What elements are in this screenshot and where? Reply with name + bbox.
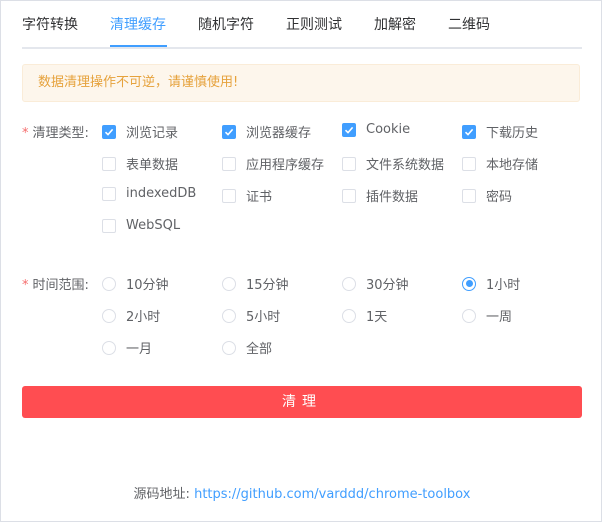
tab-char-convert[interactable]: 字符转换 xyxy=(22,14,78,34)
tab-clear-cache[interactable]: 清理缓存 xyxy=(110,14,166,34)
radio-unselected-icon[interactable] xyxy=(102,308,116,323)
radio-unselected-icon[interactable] xyxy=(102,340,116,355)
tab-encrypt[interactable]: 加解密 xyxy=(374,14,416,34)
radio-option[interactable]: 1小时 xyxy=(462,274,520,293)
checkbox-option[interactable]: 证书 xyxy=(222,186,272,205)
checkbox-option[interactable]: 文件系统数据 xyxy=(342,154,444,173)
checkbox-label: 证书 xyxy=(246,190,273,205)
checkbox-option[interactable]: 浏览器缓存 xyxy=(222,122,311,141)
radio-option[interactable]: 30分钟 xyxy=(342,274,409,293)
radio-label: 10分钟 xyxy=(126,278,169,293)
checkbox-option[interactable]: 本地存储 xyxy=(462,154,538,173)
radio-label: 一周 xyxy=(486,310,513,325)
radio-option[interactable]: 一周 xyxy=(462,306,512,325)
radio-label: 5小时 xyxy=(246,310,281,325)
checkbox-checked-icon[interactable] xyxy=(342,122,356,137)
checkbox-unchecked-icon[interactable] xyxy=(342,156,356,171)
checkbox-label: 密码 xyxy=(486,190,513,205)
checkbox-label: Cookie xyxy=(366,122,411,137)
checkbox-unchecked-icon[interactable] xyxy=(102,156,116,171)
radio-label: 全部 xyxy=(246,342,273,357)
radio-unselected-icon[interactable] xyxy=(222,276,236,291)
checkbox-label: 本地存储 xyxy=(486,158,539,173)
radio-label: 15分钟 xyxy=(246,278,289,293)
checkbox-option[interactable]: WebSQL xyxy=(102,218,180,233)
checkbox-option[interactable]: 浏览记录 xyxy=(102,122,178,141)
warning-alert: 数据清理操作不可逆，请谨慎使用! xyxy=(22,64,580,102)
checkbox-label: 下载历史 xyxy=(486,126,539,141)
radio-unselected-icon[interactable] xyxy=(102,276,116,291)
checkbox-unchecked-icon[interactable] xyxy=(102,186,116,201)
checkbox-option[interactable]: Cookie xyxy=(342,122,410,137)
radio-unselected-icon[interactable] xyxy=(222,340,236,355)
checkbox-label: 插件数据 xyxy=(366,190,419,205)
checkbox-option[interactable]: 下载历史 xyxy=(462,122,538,141)
checkbox-checked-icon[interactable] xyxy=(102,124,116,139)
tab-qrcode[interactable]: 二维码 xyxy=(448,14,490,34)
radio-label: 1天 xyxy=(366,310,388,325)
clean-type-label-text: 清理类型: xyxy=(32,126,89,141)
checkbox-option[interactable]: 密码 xyxy=(462,186,512,205)
checkbox-label: indexedDB xyxy=(126,186,197,201)
checkbox-label: 文件系统数据 xyxy=(366,158,445,173)
tab-random-chars[interactable]: 随机字符 xyxy=(198,14,254,34)
checkbox-unchecked-icon[interactable] xyxy=(462,188,476,203)
radio-label: 2小时 xyxy=(126,310,161,325)
radio-label: 一月 xyxy=(126,342,153,357)
source-link[interactable]: https://github.com/varddd/chrome-toolbox xyxy=(194,487,470,502)
checkbox-label: 浏览记录 xyxy=(126,126,179,141)
checkbox-option[interactable]: 应用程序缓存 xyxy=(222,154,324,173)
checkbox-unchecked-icon[interactable] xyxy=(222,188,236,203)
checkbox-unchecked-icon[interactable] xyxy=(462,156,476,171)
radio-selected-icon[interactable] xyxy=(462,276,476,291)
radio-option[interactable]: 10分钟 xyxy=(102,274,169,293)
radio-option[interactable]: 2小时 xyxy=(102,306,160,325)
checkbox-label: 应用程序缓存 xyxy=(246,158,325,173)
clean-button[interactable]: 清理 xyxy=(22,386,582,418)
radio-unselected-icon[interactable] xyxy=(222,308,236,323)
tab-bar: 字符转换 清理缓存 随机字符 正则测试 加解密 二维码 xyxy=(22,1,582,49)
radio-option[interactable]: 一月 xyxy=(102,338,152,357)
tab-regex-test[interactable]: 正则测试 xyxy=(286,14,342,34)
checkbox-unchecked-icon[interactable] xyxy=(222,156,236,171)
radio-unselected-icon[interactable] xyxy=(342,276,356,291)
checkbox-unchecked-icon[interactable] xyxy=(342,188,356,203)
checkbox-option[interactable]: indexedDB xyxy=(102,186,196,201)
checkbox-checked-icon[interactable] xyxy=(222,124,236,139)
tool-window: 字符转换 清理缓存 随机字符 正则测试 加解密 二维码 数据清理操作不可逆，请谨… xyxy=(0,0,602,522)
radio-option[interactable]: 1天 xyxy=(342,306,387,325)
radio-option[interactable]: 5小时 xyxy=(222,306,280,325)
checkbox-checked-icon[interactable] xyxy=(462,124,476,139)
checkbox-label: WebSQL xyxy=(126,218,181,233)
radio-label: 1小时 xyxy=(486,278,521,293)
time-range-label-text: 时间范围: xyxy=(32,278,89,293)
checkbox-option[interactable]: 表单数据 xyxy=(102,154,178,173)
time-range-label: * 时间范围: xyxy=(22,274,89,293)
checkbox-option[interactable]: 插件数据 xyxy=(342,186,418,205)
source-footer: 源码地址: https://github.com/varddd/chrome-t… xyxy=(1,483,602,502)
checkbox-label: 表单数据 xyxy=(126,158,179,173)
checkbox-unchecked-icon[interactable] xyxy=(102,218,116,233)
active-tab-indicator xyxy=(110,45,167,47)
radio-label: 30分钟 xyxy=(366,278,409,293)
radio-unselected-icon[interactable] xyxy=(462,308,476,323)
radio-option[interactable]: 全部 xyxy=(222,338,272,357)
source-label: 源码地址: xyxy=(133,487,190,502)
clean-type-label: * 清理类型: xyxy=(22,122,89,141)
required-asterisk: * xyxy=(22,126,29,141)
required-asterisk: * xyxy=(22,278,29,293)
radio-unselected-icon[interactable] xyxy=(342,308,356,323)
radio-option[interactable]: 15分钟 xyxy=(222,274,289,293)
checkbox-label: 浏览器缓存 xyxy=(246,126,312,141)
